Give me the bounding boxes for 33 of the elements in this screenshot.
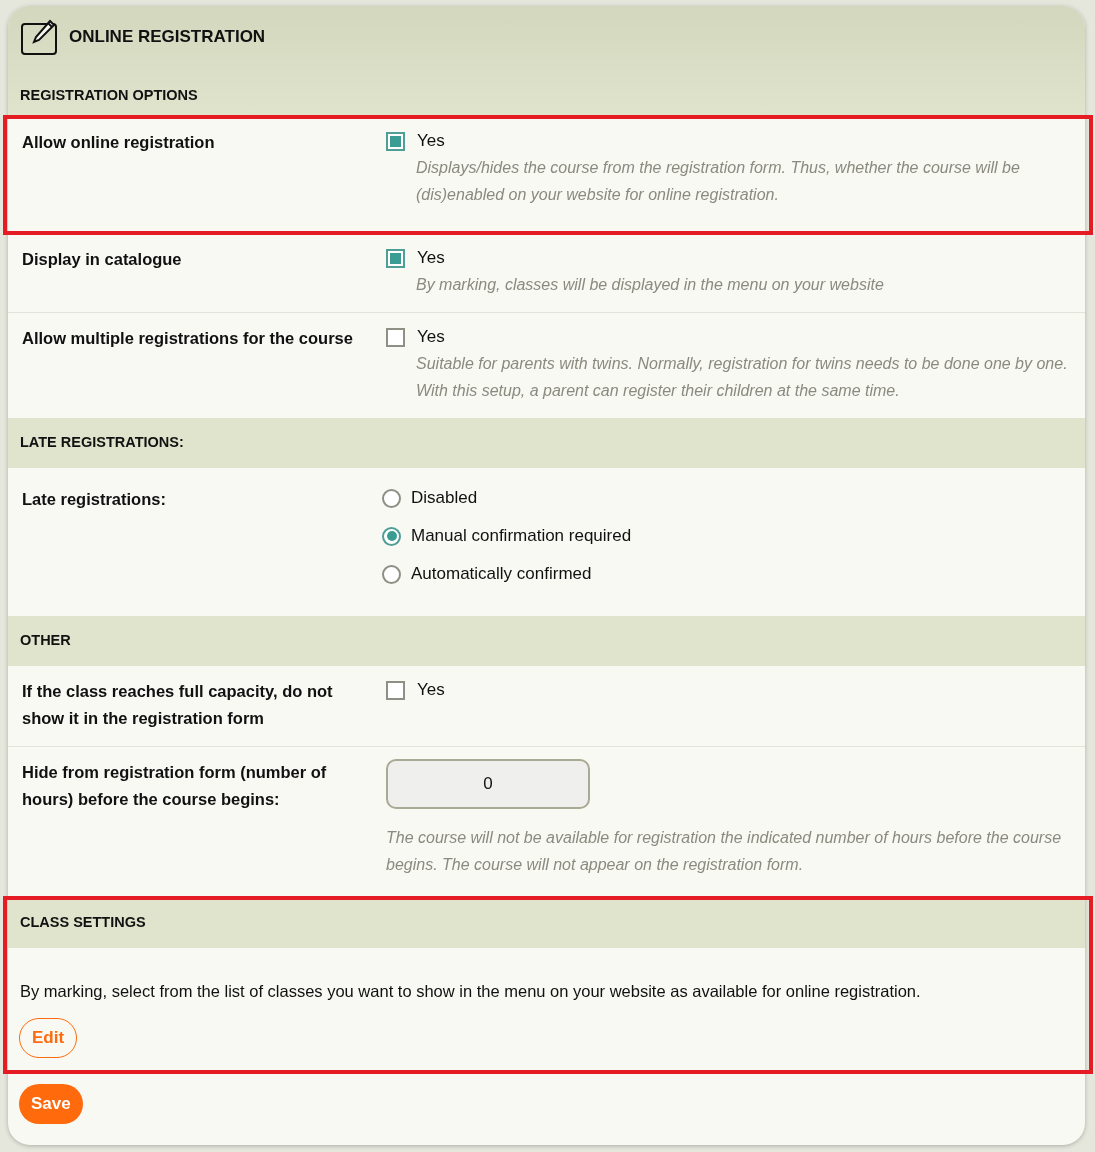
field-label: If the class reaches full capacity, do not show it in the registration form	[22, 681, 334, 729]
checkbox[interactable]	[386, 327, 405, 347]
number-field[interactable]: 0	[386, 759, 590, 809]
radio-label: Manual confirmation required	[411, 525, 632, 548]
section-heading: REGISTRATION OPTIONS	[20, 85, 198, 105]
help-text: The course will not be available for registration the indicated number of hours before the course begins. The course will not appear on the registration form.	[386, 828, 1063, 875]
field-label: Hide from registration form (number of hours) before the course begins:	[22, 762, 328, 810]
checkbox[interactable]	[386, 248, 405, 268]
section-heading: OTHER	[20, 631, 71, 651]
checkbox-label: Yes	[417, 130, 445, 153]
field-label: Late registrations:	[22, 489, 167, 510]
section-heading: CLASS SETTINGS	[20, 913, 146, 933]
checkbox-label: Yes	[417, 326, 445, 349]
field-label: Allow online registration	[22, 132, 216, 153]
help-text: Suitable for parents with twins. Normally, registration for twins needs to be done one by one. With this setup, a parent can register their children at the same time.	[415, 354, 1069, 401]
checkbox[interactable]	[386, 131, 405, 151]
radio-button[interactable]	[382, 488, 401, 508]
save-button[interactable]: Save	[19, 1083, 83, 1124]
radio-label: Automatically confirmed	[411, 563, 592, 586]
panel-title: ONLINE REGISTRATION	[69, 26, 266, 49]
edit-icon	[20, 18, 58, 56]
field-label: Display in catalogue	[22, 249, 183, 270]
field-label: Allow multiple registrations for the course	[22, 328, 354, 349]
checkbox-label: Yes	[417, 247, 445, 270]
radio-button[interactable]	[382, 564, 401, 584]
radio-label: Disabled	[411, 487, 478, 510]
help-text: By marking, classes will be displayed in the menu on your website	[415, 275, 885, 295]
checkbox[interactable]	[386, 680, 405, 700]
radio-button[interactable]	[382, 526, 401, 546]
section-heading: LATE REGISTRATIONS:	[20, 433, 184, 453]
help-text: Displays/hides the course from the registration form. Thus, whether the course will be (dis)enabled on your website for online registration.	[415, 158, 1021, 205]
description-text: By marking, select from the list of classes you want to show in the menu on your website as available for online registration.	[19, 981, 922, 1002]
checkbox-label: Yes	[417, 679, 445, 702]
